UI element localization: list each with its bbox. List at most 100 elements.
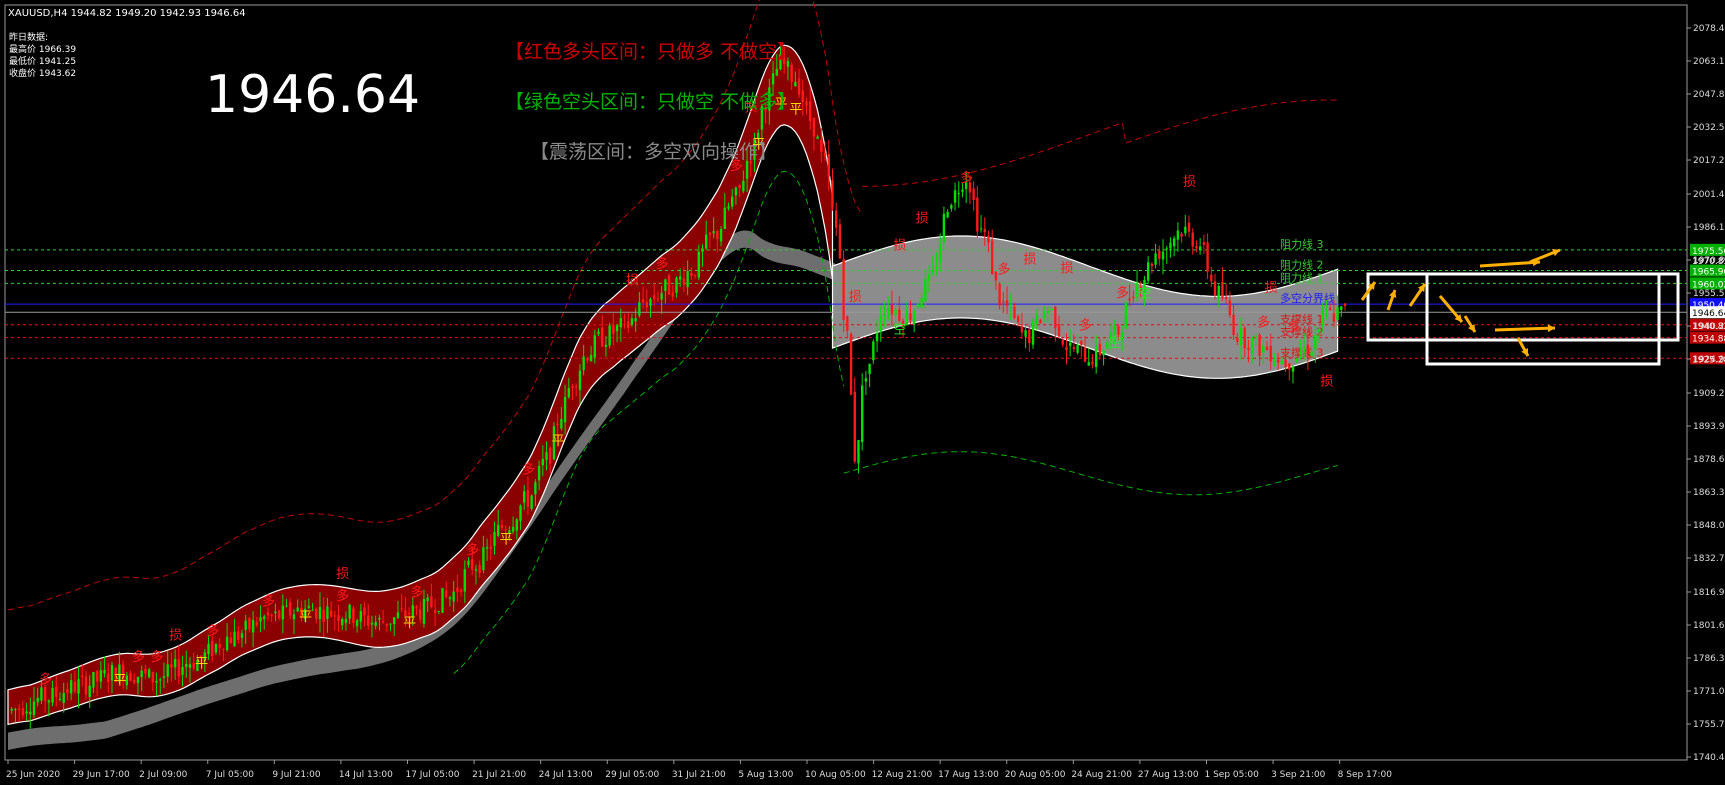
marker-short: 空 (893, 323, 906, 338)
candle-body (185, 663, 188, 667)
legend-red-zone: 【红色多头区间：只做多 不做空】 (505, 41, 796, 63)
candle-body (1165, 248, 1168, 250)
candle-body (1013, 306, 1016, 318)
candle-body (846, 316, 849, 331)
y-tick-label: 2063.10 (1693, 57, 1725, 67)
candle-body (842, 258, 845, 320)
marker-stop: 损 (849, 290, 862, 305)
marker-stop: 损 (1023, 253, 1036, 268)
y-tick-label: 1986.15 (1693, 223, 1725, 233)
candle-body (742, 180, 745, 192)
candle-body (277, 610, 281, 619)
candle-body (389, 623, 392, 625)
y-tick-label: 1970.85 (1693, 256, 1725, 266)
candle-body (385, 623, 389, 626)
level-label-resistance_3: 阻力线 3 (1280, 237, 1324, 251)
candle-body (909, 313, 912, 321)
candle-body (348, 604, 351, 619)
candle-body (1172, 238, 1176, 247)
candle-body (831, 179, 834, 208)
marker-flat: 平 (403, 616, 416, 631)
candle-body (352, 608, 355, 623)
candle-body (1343, 303, 1347, 307)
candle-body (816, 136, 819, 139)
candle-body (1180, 233, 1183, 237)
candle-body (281, 605, 285, 620)
y-tick-label: 1832.70 (1693, 554, 1725, 564)
candle-body (604, 344, 608, 348)
candle-body (927, 273, 931, 281)
candle-body (326, 606, 329, 620)
candle-body (344, 618, 348, 623)
candle-body (214, 644, 218, 653)
x-tick-label: 17 Aug 13:00 (938, 770, 999, 780)
candle-body (181, 666, 184, 675)
candle-body (627, 321, 630, 328)
candle-body (1202, 242, 1206, 245)
y-tick-label: 1786.35 (1693, 654, 1725, 664)
candle-body (575, 386, 578, 388)
price-chart[interactable]: 阻力线 31975.56阻力线 21965.96阻力线 11960.02多空分界… (0, 0, 1725, 785)
candle-body (58, 698, 62, 701)
level-label-resistance_1: 阻力线 1 (1280, 270, 1324, 284)
candle-body (441, 588, 444, 613)
marker-long: 多 (1287, 319, 1300, 335)
candle-body (147, 669, 151, 678)
candle-body (1176, 230, 1180, 240)
candle-body (482, 547, 485, 571)
candle-body (500, 525, 504, 528)
candle-body (270, 614, 273, 617)
candle-body (1325, 310, 1328, 312)
candle-body (88, 685, 91, 697)
candle-body (363, 607, 366, 616)
candle-body (1291, 366, 1295, 372)
candle-body (1243, 327, 1246, 349)
candle-body (1117, 325, 1120, 335)
candle-body (248, 618, 251, 630)
candle-body (653, 295, 656, 300)
candle-body (1328, 307, 1332, 311)
x-tick-label: 29 Jun 17:00 (73, 770, 130, 780)
candle-body (489, 546, 493, 549)
candle-body (177, 659, 181, 677)
candle-body (1258, 334, 1261, 356)
candle-body (151, 671, 155, 683)
y-tick-label: 2047.80 (1693, 90, 1725, 100)
candle-body (671, 292, 674, 297)
marker-long: 多 (206, 623, 219, 639)
candle-body (1072, 346, 1076, 350)
candle-body (355, 620, 359, 627)
candle-body (890, 304, 894, 315)
marker-long: 多 (262, 593, 275, 609)
marker-stop: 损 (1265, 281, 1278, 296)
candle-body (437, 610, 441, 612)
candle-body (608, 325, 611, 346)
candle-body (504, 529, 507, 531)
candle-body (935, 267, 938, 269)
marker-long: 多 (1116, 285, 1129, 301)
candle-body (771, 73, 775, 85)
candle-body (1150, 263, 1154, 267)
candle-body (705, 234, 708, 249)
marker-stop: 损 (169, 628, 182, 643)
x-tick-label: 25 Jun 2020 (6, 770, 60, 780)
candle-body (1232, 314, 1235, 336)
candle-body (801, 90, 804, 102)
x-tick-label: 1 Sep 05:00 (1204, 770, 1259, 780)
candle-body (920, 298, 923, 308)
candle-body (1002, 301, 1005, 303)
current-price-tag-text: 1946.64 (1692, 309, 1725, 319)
candle-body (1213, 281, 1217, 296)
y-tick-label: 1848.00 (1693, 521, 1725, 531)
candle-body (912, 310, 916, 325)
candle-body (459, 589, 463, 592)
candle-body (1254, 336, 1258, 338)
candle-body (10, 708, 13, 711)
candle-body (381, 621, 385, 623)
x-tick-label: 10 Aug 05:00 (805, 770, 866, 780)
candle-body (62, 692, 65, 703)
marker-long: 多 (39, 672, 52, 688)
x-tick-label: 31 Jul 21:00 (672, 770, 726, 780)
candle-body (1028, 329, 1031, 344)
candle-body (1269, 345, 1272, 362)
